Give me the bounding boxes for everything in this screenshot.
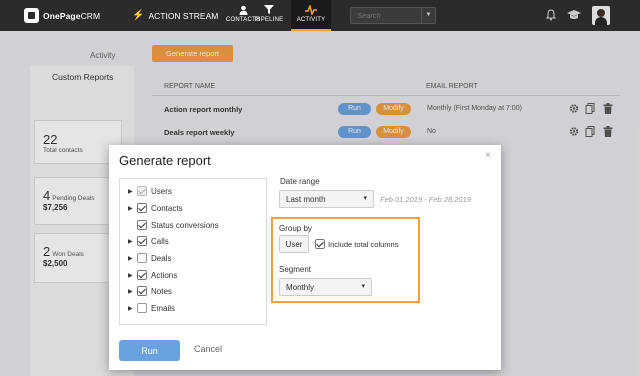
segment-select[interactable]: Monthly	[279, 278, 372, 296]
close-icon[interactable]: ×	[485, 150, 491, 161]
date-range-label: Date range	[280, 177, 320, 186]
graduation-cap-icon[interactable]	[567, 9, 581, 21]
include-total-columns-label: Include total columns	[328, 239, 399, 249]
checkbox[interactable]	[137, 236, 147, 246]
nav-activity-label: ACTIVITY	[296, 17, 326, 23]
search-box: ▼	[350, 7, 436, 24]
tree-item-emails[interactable]: ▶ Emails	[128, 301, 175, 315]
tree-item-actions[interactable]: ▶ Actions	[128, 268, 177, 282]
date-range-select[interactable]: Last month	[279, 190, 374, 208]
bell-icon[interactable]	[545, 9, 557, 21]
modal-title: Generate report	[119, 153, 211, 168]
tree-item-users[interactable]: ▶ Users	[128, 184, 172, 198]
tree-item-label: Status conversions	[151, 220, 219, 230]
report-fields-tree: ▶ Users ▶ Contacts Status conversions ▶ …	[119, 178, 267, 325]
tree-item-status-conversions[interactable]: Status conversions	[137, 218, 219, 232]
nav-action-stream[interactable]: ⚡ ACTION STREAM	[132, 10, 218, 21]
include-total-columns-option[interactable]: Include total columns	[315, 239, 398, 249]
filter-icon	[252, 5, 286, 17]
checkbox[interactable]	[137, 270, 147, 280]
user-avatar[interactable]	[592, 6, 610, 25]
tree-item-deals[interactable]: ▶ Deals	[128, 251, 171, 265]
logo-text-bold: OnePage	[43, 10, 81, 21]
tree-item-label: Contacts	[151, 203, 183, 213]
checkbox[interactable]	[137, 220, 147, 230]
nav-pipeline[interactable]: PIPELINE	[252, 5, 286, 23]
expand-arrow-icon[interactable]: ▶	[128, 288, 133, 295]
search-dropdown-icon[interactable]: ▼	[421, 8, 435, 23]
expand-arrow-icon[interactable]: ▶	[128, 272, 133, 279]
checkbox[interactable]	[137, 253, 147, 263]
checkbox[interactable]	[137, 186, 147, 196]
tree-item-label: Users	[151, 186, 172, 196]
checkbox[interactable]	[137, 303, 147, 313]
checkbox[interactable]	[137, 286, 147, 296]
nav-activity[interactable]: ACTIVITY	[291, 0, 331, 31]
nav-action-stream-label: ACTION STREAM	[148, 10, 219, 21]
tree-item-notes[interactable]: ▶ Notes	[128, 284, 172, 298]
tree-item-label: Notes	[151, 286, 172, 296]
expand-arrow-icon[interactable]: ▶	[128, 305, 133, 312]
tree-item-contacts[interactable]: ▶ Contacts	[128, 201, 183, 215]
activity-pulse-icon	[291, 3, 331, 17]
group-by-label: Group by	[279, 224, 312, 233]
logo-text-light: CRM	[80, 10, 101, 21]
checkbox[interactable]	[315, 239, 325, 249]
lightning-icon: ⚡	[132, 10, 145, 21]
logo-icon	[24, 8, 39, 23]
nav-pipeline-label: PIPELINE	[254, 17, 284, 23]
tree-item-label: Deals	[151, 253, 172, 263]
date-range-text: Feb 01,2019 - Feb 28,2019	[380, 195, 471, 204]
cancel-button[interactable]: Cancel	[194, 344, 222, 354]
segment-label: Segment	[279, 265, 312, 274]
expand-arrow-icon[interactable]: ▶	[128, 188, 133, 195]
tree-item-label: Actions	[151, 270, 178, 280]
app-logo[interactable]: OnePageCRM	[24, 8, 100, 23]
checkbox[interactable]	[137, 203, 147, 213]
tree-item-calls[interactable]: ▶ Calls	[128, 234, 169, 248]
expand-arrow-icon[interactable]: ▶	[128, 205, 133, 212]
group-by-user-button[interactable]: User	[279, 235, 309, 253]
search-input[interactable]	[351, 8, 421, 23]
tree-item-label: Emails	[151, 303, 176, 313]
top-navigation-bar: OnePageCRM ⚡ ACTION STREAM CONTACTS PIPE…	[0, 0, 640, 31]
expand-arrow-icon[interactable]: ▶	[128, 238, 133, 245]
generate-report-modal: Generate report × ▶ Users ▶ Contacts Sta…	[109, 145, 501, 370]
run-button[interactable]: Run	[119, 340, 180, 361]
tree-item-label: Calls	[151, 236, 169, 246]
expand-arrow-icon[interactable]: ▶	[128, 255, 133, 262]
